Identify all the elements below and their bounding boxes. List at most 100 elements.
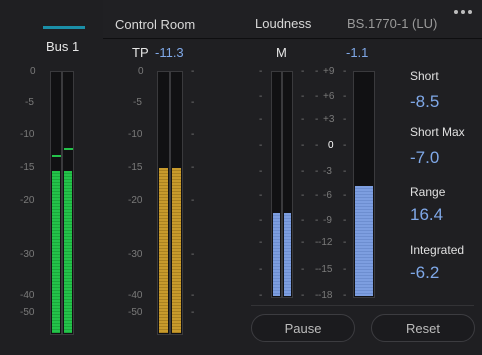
bus-meter-left-fill: [52, 171, 60, 333]
loudness-tick-mark: -: [259, 166, 263, 177]
loudness-tick-mark: -: [301, 91, 305, 102]
loudness-tick-mark: -: [343, 290, 347, 301]
loudness-tick-mark: -: [315, 290, 319, 301]
bus-tick-label: -30: [20, 249, 35, 260]
bus-tick-label: -20: [20, 195, 35, 206]
control-room-header: Control Room: [103, 0, 243, 39]
loudness-tick-label: -18: [318, 290, 333, 301]
control-room-panel: Control Room TP -11.3 0 - -5 - -10 - -15 - -20 - -…: [103, 0, 244, 355]
loudness-tick-mark: -: [301, 140, 305, 151]
loudness-tick-mark: -: [343, 166, 347, 177]
control-room-meter-right-fill: [172, 168, 181, 333]
loudness-tick-label: -15: [318, 264, 333, 275]
bus-tick-label: -40: [20, 290, 35, 301]
loudness-tick-mark: -: [301, 66, 305, 77]
loudness-tick-label: +9: [323, 66, 335, 77]
loudness-tick-mark: -: [301, 215, 305, 226]
short-label: Short: [410, 69, 439, 83]
bus-peak-hold-right: [64, 148, 73, 150]
loudness-tick-mark: -: [301, 190, 305, 201]
control-room-tick-label: -5: [133, 97, 142, 108]
tp-label: TP: [132, 45, 149, 60]
bus-accent-bar: [43, 26, 85, 29]
bus-panel: Bus 1 0 -5 -10 -15 -20 -30 -40 -50: [0, 0, 104, 355]
loudness-tick-mark: -: [315, 237, 319, 248]
loudness-tick-mark: -: [315, 140, 319, 151]
control-room-meter-left: [157, 71, 170, 335]
control-room-tick-mark: -: [191, 249, 195, 260]
loudness-standard[interactable]: BS.1770-1 (LU): [347, 16, 437, 31]
bus-meter-right-fill: [64, 171, 72, 333]
loudness-tick-mark: -: [259, 66, 263, 77]
bus-tick-label: -10: [20, 129, 35, 140]
loudness-tick-mark: -: [343, 215, 347, 226]
bus-meter-left: [50, 71, 62, 335]
tp-value: -11.3: [155, 45, 184, 60]
loudness-tick-mark: -: [259, 215, 263, 226]
loudness-tick-label: +3: [323, 114, 335, 125]
control-room-tick-mark: -: [191, 195, 195, 206]
short-max-value: -7.0: [410, 148, 440, 167]
loudness-tick-mark: -: [315, 166, 319, 177]
m-label: M: [276, 45, 287, 60]
integrated-label: Integrated: [410, 243, 465, 257]
loudness-tick-mark: -: [343, 190, 347, 201]
reset-button[interactable]: Reset: [371, 314, 475, 342]
loudness-tick-mark: -: [259, 91, 263, 102]
bus-title: Bus 1: [46, 39, 80, 54]
bus-tick-label: 0: [30, 66, 36, 77]
control-room-tick-mark: -: [191, 290, 195, 301]
control-room-tick-label: -20: [128, 195, 143, 206]
momentary-meter-right: [282, 71, 293, 298]
loudness-tick-mark: -: [301, 264, 305, 275]
bus-tick-label: -50: [20, 307, 35, 318]
loudness-header: Loudness BS.1770-1 (LU): [243, 0, 482, 39]
range-value: 16.4: [410, 205, 444, 224]
loudness-tick-mark: -: [301, 166, 305, 177]
loudness-tick-mark: -: [259, 264, 263, 275]
loudness-tick-mark: -: [315, 215, 319, 226]
control-room-tick-mark: -: [191, 129, 195, 140]
loudness-tick-mark: -: [301, 290, 305, 301]
loudness-tick-mark: -: [259, 237, 263, 248]
bus-peak-hold-left: [52, 155, 61, 157]
control-room-title: Control Room: [115, 17, 196, 32]
momentary-meter-left: [271, 71, 282, 298]
control-room-tick-label: 0: [138, 66, 144, 77]
control-room-tick-mark: -: [191, 66, 195, 77]
control-room-meter-right: [170, 71, 183, 335]
more-dots-icon[interactable]: [454, 10, 472, 14]
range-label: Range: [410, 185, 446, 199]
loudness-tick-mark: -: [259, 140, 263, 151]
short-term-meter: [353, 71, 375, 298]
loudness-panel: Loudness BS.1770-1 (LU) M -1.1 +9- - - - +6-…: [243, 0, 482, 355]
control-room-tick-label: -40: [128, 290, 143, 301]
momentary-meter-right-fill: [284, 213, 291, 296]
short-term-meter-fill: [355, 186, 373, 296]
momentary-meter-left-fill: [273, 213, 280, 296]
loudness-divider: [251, 305, 474, 306]
loudness-tick-label: 0: [328, 140, 334, 151]
control-room-meter-left-fill: [159, 168, 168, 333]
loudness-tick-mark: -: [343, 66, 347, 77]
control-room-tick-mark: -: [191, 162, 195, 173]
control-room-tick-label: -50: [128, 307, 143, 318]
loudness-tick-mark: -: [315, 66, 319, 77]
loudness-tick-mark: -: [315, 190, 319, 201]
loudness-tick-mark: -: [301, 114, 305, 125]
loudness-tick-label: -9: [323, 215, 332, 226]
loudness-tick-label: -12: [318, 237, 333, 248]
m-value: -1.1: [346, 45, 369, 60]
loudness-tick-label: -3: [323, 166, 332, 177]
loudness-tick-mark: -: [343, 114, 347, 125]
short-value: -8.5: [410, 92, 440, 111]
pause-button[interactable]: Pause: [251, 314, 355, 342]
loudness-tick-mark: -: [343, 140, 347, 151]
control-room-tick-label: -15: [128, 162, 143, 173]
control-room-tick-label: -30: [128, 249, 143, 260]
loudness-tick-mark: -: [343, 237, 347, 248]
loudness-tick-mark: -: [259, 290, 263, 301]
loudness-tick-label: -6: [323, 190, 332, 201]
loudness-tick-mark: -: [315, 264, 319, 275]
loudness-title: Loudness: [255, 16, 312, 31]
